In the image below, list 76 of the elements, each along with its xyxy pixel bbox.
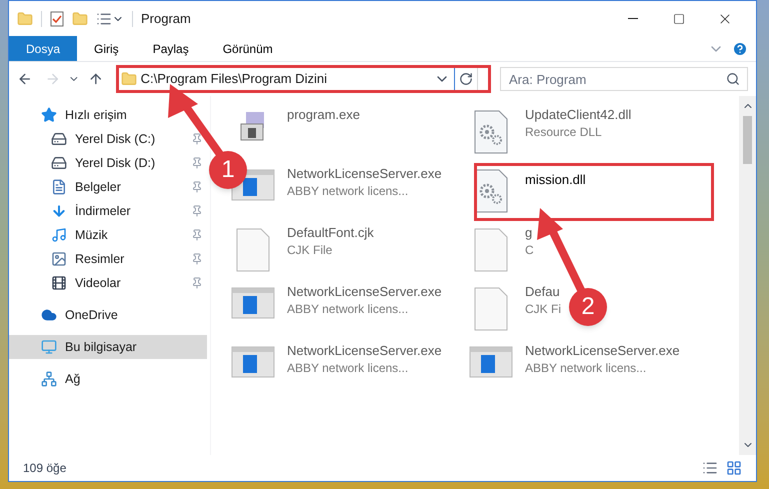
sidebar-item[interactable]: Yerel Disk (D:) (9, 151, 207, 175)
monitor-icon (41, 339, 57, 355)
file-type: ABBY network licens... (287, 360, 408, 376)
file-name[interactable]: NetworkLicenseServer.exe (287, 342, 442, 360)
file-name[interactable]: NetworkLicenseServer.exe (287, 165, 442, 183)
picture-icon (51, 251, 67, 267)
file-icon (474, 287, 508, 331)
application-icon (469, 346, 513, 378)
file-type: CJK File (287, 242, 332, 258)
help-icon[interactable] (732, 40, 748, 56)
sidebar-item[interactable]: Ağ (9, 367, 207, 391)
search-field[interactable]: Ara: Program (500, 67, 748, 91)
pin-icon[interactable] (191, 181, 203, 193)
music-icon (51, 227, 67, 243)
sidebar-item[interactable]: Hızlı erişim (9, 103, 207, 127)
minimize-icon (628, 18, 638, 19)
pin-icon[interactable] (191, 229, 203, 241)
sidebar-item[interactable]: Müzik (9, 223, 207, 247)
cloud-icon (41, 307, 57, 323)
drive-icon (51, 155, 67, 171)
gear-file-icon (474, 169, 508, 213)
download-icon (51, 203, 67, 219)
network-icon (41, 371, 57, 387)
file-name[interactable]: UpdateClient42.dll (525, 106, 632, 124)
large-icons-view-icon[interactable] (726, 460, 742, 476)
pin-icon[interactable] (191, 205, 203, 217)
details-view-icon[interactable] (702, 460, 718, 476)
document-icon (51, 179, 67, 195)
scrollbar-thumb[interactable] (743, 116, 752, 164)
pin-icon[interactable] (191, 277, 203, 289)
maximize-icon (673, 12, 685, 24)
sidebar-item[interactable]: Yerel Disk (C:) (9, 127, 207, 151)
ribbon-tab[interactable]: Paylaş (136, 36, 206, 61)
file-type: ABBY network licens... (287, 301, 408, 317)
star-icon (41, 107, 57, 123)
properties-icon[interactable] (96, 10, 112, 26)
application-icon (231, 287, 275, 319)
film-icon (51, 275, 67, 291)
pin-icon[interactable] (191, 253, 203, 265)
search-icon[interactable] (726, 72, 740, 86)
pin-icon[interactable] (191, 157, 203, 169)
application-icon (231, 346, 275, 378)
refresh-icon[interactable] (459, 72, 473, 86)
folder-icon (120, 71, 137, 87)
sidebar-item[interactable]: OneDrive (9, 303, 207, 327)
file-name[interactable]: NetworkLicenseServer.exe (525, 342, 680, 360)
file-name[interactable]: g (525, 224, 532, 242)
ribbon-tab[interactable]: Görünüm (206, 36, 290, 61)
item-count: 109 öğe (23, 460, 68, 477)
back-button[interactable] (17, 71, 33, 87)
file-type: ABBY network licens... (287, 183, 408, 199)
checklist-icon[interactable] (50, 10, 64, 26)
sidebar-item[interactable]: Belgeler (9, 175, 207, 199)
sidebar-item[interactable]: Resimler (9, 247, 207, 271)
sidebar-item[interactable]: İndirmeler (9, 199, 207, 223)
window-title: Program (141, 10, 192, 28)
pin-icon[interactable] (191, 133, 203, 145)
file-name[interactable]: mission.dll (525, 171, 586, 189)
file-type: ABBY network licens... (525, 360, 646, 376)
up-button[interactable] (88, 71, 104, 87)
ribbon-tab[interactable]: Dosya (9, 36, 78, 61)
file-icon (236, 228, 270, 272)
file-type: Resource DLL (525, 124, 602, 140)
drive-icon (51, 131, 67, 147)
sidebar-item[interactable]: Bu bilgisayar (9, 335, 207, 359)
file-name[interactable]: NetworkLicenseServer.exe (287, 283, 442, 301)
file-icon (474, 228, 508, 272)
file-name[interactable]: Defau (525, 283, 560, 301)
file-type: CJK Fi (525, 301, 561, 317)
ribbon-tab[interactable]: Giriş (77, 36, 136, 61)
file-name[interactable]: program.exe (287, 106, 360, 124)
file-name[interactable]: DefaultFont.cjk (287, 224, 374, 242)
file-type: C (525, 242, 534, 258)
gear-file-icon (474, 110, 508, 154)
sidebar-item[interactable]: Videolar (9, 271, 207, 295)
address-path: C:\Program Files\Program Dizini (140, 70, 327, 88)
